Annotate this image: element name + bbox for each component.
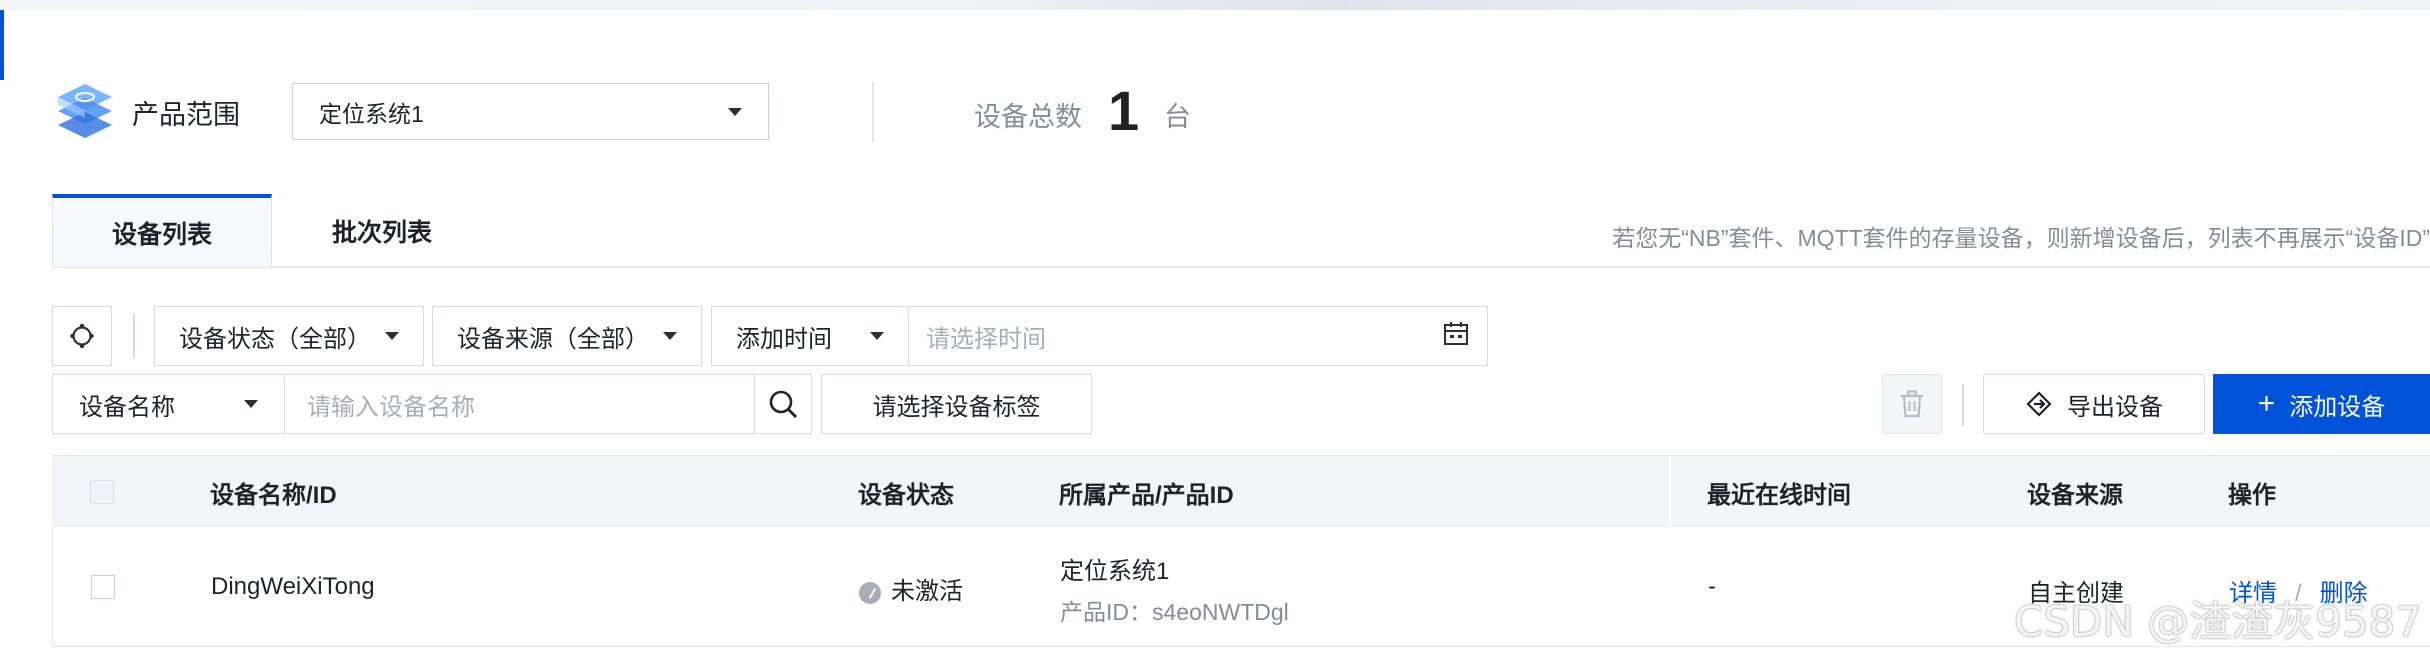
tab-device-list[interactable]: 设备列表 bbox=[52, 194, 272, 267]
date-range-input[interactable]: 请选择时间 bbox=[908, 306, 1488, 366]
refresh-button[interactable] bbox=[52, 306, 112, 366]
date-range-placeholder: 请选择时间 bbox=[926, 325, 1046, 353]
divider bbox=[1962, 384, 1964, 426]
product-select-value: 定位系统1 bbox=[319, 100, 424, 127]
product-cube-icon bbox=[50, 78, 120, 148]
chevron-down-icon bbox=[870, 332, 884, 340]
source-filter-select[interactable]: 设备来源（全部） bbox=[432, 306, 702, 366]
chevron-down-icon bbox=[385, 332, 399, 340]
column-header-last-online: 最近在线时间 bbox=[1707, 481, 1851, 509]
tag-select-button[interactable]: 请选择设备标签 bbox=[821, 374, 1092, 434]
device-status: 未激活 bbox=[859, 571, 963, 606]
device-total-label: 设备总数 bbox=[974, 102, 1082, 132]
tab-batch-list[interactable]: 批次列表 bbox=[282, 194, 482, 267]
export-icon bbox=[2026, 391, 2052, 417]
search-icon bbox=[769, 390, 797, 418]
chevron-down-icon bbox=[728, 107, 742, 116]
plus-icon: + bbox=[2257, 387, 2276, 420]
product-id: 产品ID：s4eoNWTDgl bbox=[1060, 599, 1289, 625]
device-total-count: 1 bbox=[1108, 79, 1140, 142]
chevron-down-icon bbox=[244, 400, 258, 408]
column-divider bbox=[1669, 456, 1671, 528]
add-device-button[interactable]: + 添加设备 bbox=[2213, 374, 2430, 434]
export-devices-label: 导出设备 bbox=[2067, 393, 2163, 421]
name-type-value: 设备名称 bbox=[79, 393, 175, 421]
select-all-checkbox[interactable] bbox=[90, 480, 114, 504]
status-filter-select[interactable]: 设备状态（全部） bbox=[154, 306, 424, 366]
product-range-label: 产品范围 bbox=[132, 100, 240, 130]
top-banner bbox=[0, 0, 2430, 10]
column-header-device-name: 设备名称/ID bbox=[210, 481, 337, 509]
device-name-input[interactable]: 请输入设备名称 bbox=[284, 374, 756, 434]
device-name: DingWeiXiTong bbox=[211, 573, 375, 600]
device-total-unit: 台 bbox=[1164, 102, 1191, 132]
calendar-icon[interactable] bbox=[1442, 319, 1470, 354]
name-type-select[interactable]: 设备名称 bbox=[52, 374, 285, 434]
status-filter-value: 设备状态（全部） bbox=[179, 325, 371, 353]
device-name-placeholder: 请输入设备名称 bbox=[307, 393, 475, 421]
chevron-down-icon bbox=[663, 332, 677, 340]
column-header-product: 所属产品/产品ID bbox=[1059, 481, 1234, 509]
export-devices-button[interactable]: 导出设备 bbox=[1983, 374, 2205, 434]
divider bbox=[872, 82, 874, 142]
column-header-source: 设备来源 bbox=[2027, 481, 2123, 509]
column-header-actions: 操作 bbox=[2228, 481, 2276, 509]
watermark: CSDN @渣渣灰9587 bbox=[2014, 597, 2422, 646]
trash-icon bbox=[1901, 390, 1923, 418]
refresh-icon bbox=[70, 323, 94, 349]
batch-delete-button[interactable] bbox=[1882, 374, 1942, 434]
divider bbox=[133, 314, 135, 358]
row-checkbox[interactable] bbox=[91, 575, 115, 599]
product-select[interactable]: 定位系统1 bbox=[292, 83, 769, 140]
search-button[interactable] bbox=[754, 374, 812, 434]
add-device-label: 添加设备 bbox=[2289, 393, 2386, 421]
active-edge-marker bbox=[0, 10, 4, 80]
source-filter-value: 设备来源（全部） bbox=[457, 325, 649, 353]
product-name: 定位系统1 bbox=[1060, 558, 1170, 585]
last-online-time: - bbox=[1708, 573, 1716, 600]
status-inactive-icon bbox=[859, 581, 881, 604]
tip-text: 若您无“NB”套件、MQTT套件的存量设备，则新增设备后，列表不再展示“设备ID… bbox=[1612, 225, 2430, 251]
time-type-value: 添加时间 bbox=[736, 325, 832, 353]
table-header: 设备名称/ID 设备状态 所属产品/产品ID 最近在线时间 设备来源 操作 bbox=[52, 455, 2430, 528]
device-status-text: 未激活 bbox=[891, 578, 963, 605]
column-header-status: 设备状态 bbox=[858, 481, 954, 509]
time-type-select[interactable]: 添加时间 bbox=[711, 306, 909, 366]
